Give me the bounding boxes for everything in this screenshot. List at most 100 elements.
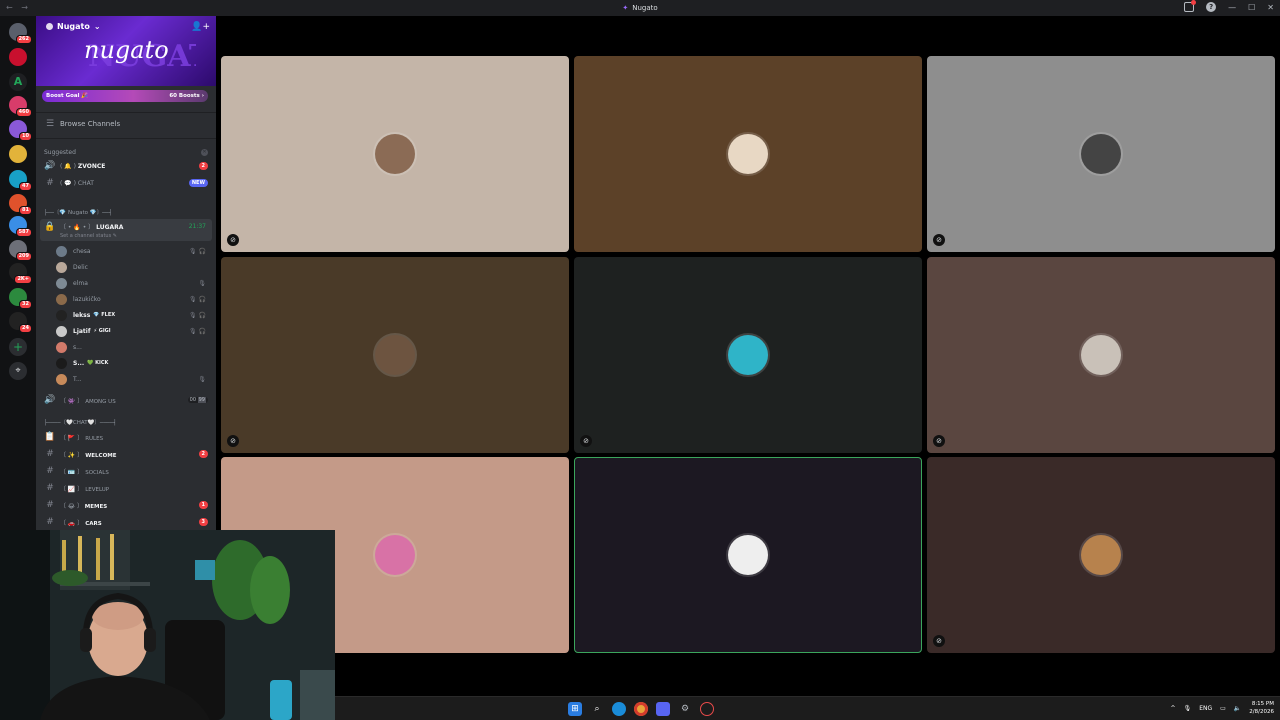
divider	[36, 112, 216, 113]
video-tile[interactable]	[574, 56, 922, 252]
unread-badge: 587	[15, 228, 32, 237]
channel-name: 〔 🪪 〕 SOCIALS	[60, 467, 109, 476]
channel-status[interactable]: Set a channel status ✎	[60, 233, 123, 239]
unread-badge: 10	[19, 132, 32, 141]
titlebar-right: ? — ☐ ✕	[1184, 0, 1274, 12]
server-icon[interactable]: 587	[9, 216, 32, 237]
participant-avatar	[375, 134, 415, 174]
voice-channel-among-us[interactable]: 🔊 〔 👾 〕 AMONG US 00 99	[36, 392, 216, 408]
edge-icon[interactable]	[612, 702, 626, 716]
channel-cars[interactable]: # 〔 🚗 〕 CARS 3	[36, 514, 216, 530]
voice-user[interactable]: s...	[56, 339, 212, 355]
channel-label: CARS	[85, 520, 102, 527]
channel-rules[interactable]: 📋 〔 🚩 〕 RULES	[36, 429, 216, 445]
channel-prefix: 〔 📈 〕	[60, 485, 86, 493]
avatar	[56, 293, 67, 305]
app-icon[interactable]	[700, 702, 714, 716]
streamer-webcam-overlay	[0, 530, 335, 720]
language-indicator[interactable]: ENG	[1199, 705, 1212, 712]
video-tile[interactable]: ⊘	[927, 457, 1275, 653]
voice-user[interactable]: T... 🎙	[56, 371, 212, 387]
video-tile[interactable]: ⊘	[927, 56, 1275, 252]
channel-levelup[interactable]: # 〔 📈 〕 LEVELUP	[36, 480, 216, 496]
muted-icon: 🎙 🎧	[189, 327, 206, 335]
hash-icon: #	[46, 500, 54, 510]
add-server-icon[interactable]: +	[9, 338, 27, 356]
channel-memes[interactable]: # 〔 😂 〕 MEMES 1	[36, 497, 216, 513]
discord-icon[interactable]	[656, 702, 670, 716]
suggested-channel-chat[interactable]: # ( 💬 ) CHAT NEW	[36, 175, 216, 191]
user-tag: ⚡ GIGI	[93, 328, 111, 334]
unread-badge: 209	[15, 252, 32, 261]
video-tile[interactable]	[574, 457, 922, 653]
browse-channels-button[interactable]: ☰ Browse Channels	[36, 116, 216, 132]
server-icon[interactable]: 460	[9, 96, 32, 117]
server-icon[interactable]	[9, 145, 27, 163]
muted-icon: 🎙 🎧	[189, 311, 206, 319]
server-glyph: A	[13, 75, 23, 88]
mic-muted-icon: ⊘	[227, 234, 239, 246]
video-tile[interactable]: ⊘	[574, 257, 922, 453]
server-icon[interactable]: 262	[9, 23, 32, 44]
server-icon[interactable]: 24	[9, 312, 32, 333]
history-nav[interactable]: ← →	[6, 3, 31, 12]
boost-count: 60 Boosts ›	[169, 93, 204, 99]
dismiss-icon[interactable]: ✕	[201, 148, 208, 156]
discover-icon[interactable]: ⌖	[9, 362, 27, 380]
category-chat[interactable]: ├────〔🤍CHAT🤍〕────┤	[36, 416, 216, 428]
server-icon[interactable]	[9, 48, 27, 66]
rules-icon: 📋	[44, 432, 56, 442]
channel-name: 〔 🚗 〕 CARS	[60, 518, 102, 527]
inbox-icon[interactable]	[1184, 0, 1197, 12]
maximize-button[interactable]: ☐	[1248, 3, 1255, 12]
participant-avatar	[1081, 134, 1121, 174]
settings-icon[interactable]: ⚙	[678, 702, 692, 716]
voice-user[interactable]: elma 🎙	[56, 275, 212, 291]
channel-welcome[interactable]: # 〔 ✨ 〕 WELCOME 2	[36, 446, 216, 462]
voice-user[interactable]: lekss 💎 FLEX 🎙 🎧	[56, 307, 212, 323]
minimize-button[interactable]: —	[1228, 3, 1236, 12]
boost-goal-bar[interactable]: Boost Goal 🎉 60 Boosts ›	[42, 90, 208, 102]
voice-user[interactable]: lazukičko 🎙 🎧	[56, 291, 212, 307]
server-icon[interactable]: 32	[9, 288, 32, 309]
avatar	[56, 325, 67, 337]
unread-badge: 24	[19, 324, 32, 333]
server-icon[interactable]: 81	[9, 194, 32, 215]
mic-muted-icon: ⊘	[227, 435, 239, 447]
volume-icon[interactable]: 🔈	[1234, 705, 1241, 712]
muted-icon: 🎙 🎧	[189, 295, 206, 303]
server-banner-logo: NUGATO nugato	[84, 36, 196, 74]
close-button[interactable]: ✕	[1267, 3, 1274, 12]
server-icon[interactable]: 2K+	[9, 263, 32, 284]
voice-channel-lugara[interactable]: 🔒 〔 • 🔥 • 〕 LUGARA Set a channel status …	[40, 219, 212, 241]
chrome-icon[interactable]	[634, 702, 648, 716]
start-icon[interactable]: ⊞	[568, 702, 582, 716]
speaker-icon: 🔊	[44, 395, 56, 405]
search-icon[interactable]: ⌕	[590, 702, 604, 716]
clock[interactable]: 8:15 PM 2/8/2026	[1249, 700, 1274, 716]
category-nugato[interactable]: ├──〔💎 Nugato 💎〕──┤	[36, 206, 216, 218]
voice-user[interactable]: Ljatif ⚡ GIGI 🎙 🎧	[56, 323, 212, 339]
help-icon[interactable]: ?	[1206, 2, 1217, 12]
server-banner[interactable]: Nugato ⌄ 👤+ NUGATO nugato	[36, 16, 216, 86]
channel-name: 〔 📈 〕 LEVELUP	[60, 484, 109, 493]
voice-user-name: T...	[73, 375, 82, 383]
network-icon[interactable]: ▭	[1220, 705, 1226, 712]
voice-user[interactable]: Delic	[56, 259, 212, 275]
voice-user[interactable]: S... 💚 KICK	[56, 355, 212, 371]
server-icon[interactable]: A	[9, 73, 27, 91]
server-icon[interactable]: 47	[9, 170, 32, 191]
video-tile[interactable]: ⊘	[221, 257, 569, 453]
video-tile[interactable]: ⊘	[221, 56, 569, 252]
voice-user[interactable]: chesa 🎙 🎧	[56, 243, 212, 259]
unread-badge: 81	[19, 206, 32, 215]
chevron-up-icon[interactable]: ^	[1171, 705, 1176, 712]
microphone-icon[interactable]: 🎙	[1184, 705, 1192, 712]
voice-user-name: elma	[73, 279, 88, 287]
channel-socials[interactable]: # 〔 🪪 〕 SOCIALS	[36, 463, 216, 479]
suggested-channel-zvonce[interactable]: 🔊 ( 🔔 ) ZVONCE 2	[36, 158, 216, 174]
video-tile[interactable]: ⊘	[927, 257, 1275, 453]
server-icon[interactable]: 209	[9, 240, 32, 261]
voice-timer: 21:37	[188, 223, 206, 230]
server-icon[interactable]: 10	[9, 120, 32, 141]
